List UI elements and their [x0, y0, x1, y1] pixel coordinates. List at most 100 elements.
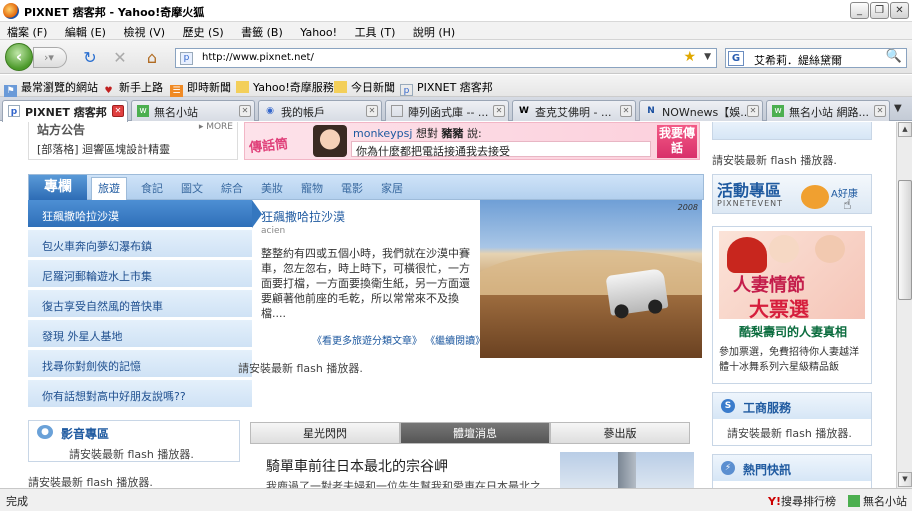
home-icon[interactable]: ⌂ [142, 48, 162, 68]
yahoo-search-rank[interactable]: Y!搜尋排行榜 [768, 493, 836, 509]
category-tab-home[interactable]: 家居 [381, 180, 403, 196]
right-top-box [712, 122, 872, 140]
menu-bookmarks[interactable]: 書籤 (B) [234, 22, 290, 42]
event-zone-banner[interactable]: 活動專區 PIXNETEVENT A好康 ☝ [712, 174, 872, 214]
menu-edit[interactable]: 編輯 (E) [58, 22, 113, 42]
url-field[interactable]: p http://www.pixnet.net/ ★ ▼ [175, 48, 717, 68]
close-tab-icon[interactable]: ✕ [366, 105, 378, 117]
menu-yahoo[interactable]: Yahoo! [293, 24, 344, 41]
bookmark-latest-news[interactable]: ☰ 即時新聞 [170, 79, 231, 97]
tab-my-account[interactable]: ◉ 我的帳戶 ✕ [258, 100, 382, 121]
menu-bar: 檔案 (F) 編輯 (E) 檢視 (V) 歷史 (S) 書籤 (B) Yahoo… [0, 22, 912, 40]
reload-icon[interactable]: ↻ [80, 48, 100, 68]
close-tab-icon[interactable]: ✕ [112, 105, 124, 117]
navigation-toolbar: ‹ ›▾ ↻ ✕ ⌂ p http://www.pixnet.net/ ★ ▼ … [0, 40, 912, 74]
search-field[interactable]: G 艾希莉．緹絲黛爾 🔍 [725, 48, 907, 68]
continue-reading-link[interactable]: 《繼續閱讀》 [425, 336, 485, 347]
message-user-link[interactable]: monkeypsj [353, 127, 412, 140]
more-travel-link[interactable]: 《看更多旅遊分類文章》 [312, 336, 422, 347]
tab-nownews[interactable]: N NOWnews【娛... ✕ [639, 100, 763, 121]
category-tab-general[interactable]: 綜合 [221, 180, 243, 196]
article-author[interactable]: acien [261, 226, 285, 236]
scroll-down-arrow[interactable]: ▼ [898, 472, 912, 487]
category-tab-food[interactable]: 食記 [141, 180, 163, 196]
close-tab-icon[interactable]: ✕ [493, 105, 505, 117]
tab-list-icon[interactable]: ▼ [894, 103, 902, 114]
lightning-icon: ⚡ [721, 461, 735, 475]
user-avatar[interactable] [313, 125, 347, 157]
pixnet-favicon: p [8, 105, 20, 117]
hand-cursor-icon: ☝ [843, 197, 852, 213]
page-favicon [391, 105, 403, 117]
side-item-retro-train[interactable]: 復古享受自然風的普快車 [28, 290, 252, 318]
tab-wikipedia[interactable]: W 查克艾佛明 - ... ✕ [512, 100, 636, 121]
send-message-button[interactable]: 我要傳話 [657, 125, 697, 158]
back-button[interactable]: ‹ [5, 43, 33, 71]
news-tab-publishing[interactable]: 蔘出版 [550, 422, 690, 444]
article-title[interactable]: 狂飆撒哈拉沙漠 [261, 208, 345, 225]
announcement-more-link[interactable]: ▸ MORE [199, 122, 233, 132]
article-photo-desert[interactable]: 2008 [480, 200, 702, 358]
wretch-favicon: w [772, 105, 784, 117]
event-zone-subtitle: PIXNETEVENT [717, 199, 784, 208]
menu-help[interactable]: 說明 (H) [406, 22, 462, 42]
bookmark-star-icon[interactable]: ★ [683, 49, 696, 65]
tab-pixnet[interactable]: p PIXNET 痞客邦 ✕ [2, 100, 128, 122]
news-tab-sports[interactable]: 體壇消息 [400, 422, 550, 444]
category-tab-graphic[interactable]: 圖文 [181, 180, 203, 196]
side-item-swordsman[interactable]: 找尋你對劍俠的記憶 [28, 350, 252, 378]
wretch-status[interactable]: 無名小站 [848, 493, 907, 509]
news-tabs: 星光閃閃 體壇消息 蔘出版 [250, 422, 690, 444]
category-tab-travel[interactable]: 旅遊 [91, 177, 127, 200]
announcement-link[interactable]: [部落格] 迴響區塊設計精靈 [37, 141, 170, 157]
hot-news-box: ⚡ 熱門快訊 [712, 454, 872, 488]
menu-view[interactable]: 檢視 (V) [116, 22, 172, 42]
bookmark-most-visited[interactable]: ⚑ 最常瀏覽的網站 [4, 79, 98, 97]
forward-button[interactable]: ›▾ [33, 47, 67, 68]
vertical-scrollbar[interactable]: ▲ ▼ [896, 122, 912, 488]
category-tab-movies[interactable]: 電影 [341, 180, 363, 196]
news-headline[interactable]: 騎單車前往日本最北的宗谷岬 [266, 456, 448, 476]
restore-button[interactable]: ❐ [870, 2, 889, 19]
side-item-high-school[interactable]: 你有話想對高中好朋友說嗎?? [28, 380, 252, 408]
message-banner-label: 傳話筒 [248, 136, 289, 156]
scroll-thumb[interactable] [898, 180, 912, 300]
side-item-sahara[interactable]: 狂飆撒哈拉沙漠 [28, 200, 252, 228]
menu-history[interactable]: 歷史 (S) [176, 22, 231, 42]
category-tab-beauty[interactable]: 美妝 [261, 180, 283, 196]
title-bar: PIXNET 痞客邦 - Yahoo!奇摩火狐 _ ❐ ✕ [0, 0, 912, 22]
tab-wretch[interactable]: w 無名小站 ✕ [131, 100, 255, 121]
nownews-favicon: N [647, 106, 655, 116]
search-icon[interactable]: 🔍 [886, 49, 902, 64]
side-item-nile-cruise[interactable]: 尼羅河郵輪遊水上市集 [28, 260, 252, 288]
minimize-button[interactable]: _ [850, 2, 869, 19]
status-bar: 完成 Y!搜尋排行榜 無名小站 [0, 488, 912, 511]
close-tab-icon[interactable]: ✕ [239, 105, 251, 117]
news-tab-stars[interactable]: 星光閃閃 [250, 422, 400, 444]
side-item-waterfall-train[interactable]: 包火車奔向夢幻瀑布鎮 [28, 230, 252, 258]
menu-tools[interactable]: 工具 (T) [348, 22, 403, 42]
close-window-button[interactable]: ✕ [890, 2, 909, 19]
stop-icon[interactable]: ✕ [110, 48, 130, 68]
message-header: monkeypsj 想對 豬豬 說: [353, 127, 482, 140]
bookmark-pixnet[interactable]: p PIXNET 痞客邦 [400, 79, 493, 96]
bookmark-yahoo-services[interactable]: Yahoo!奇摩服務 [236, 79, 334, 95]
tab-array-library[interactable]: 陣列函式庫 -- ... ✕ [385, 100, 509, 121]
bookmark-today-news[interactable]: 今日新聞 [334, 79, 395, 95]
news-photo[interactable] [560, 452, 694, 488]
promo-caption[interactable]: 酷梨壽司的人妻真相 [739, 323, 847, 340]
close-tab-icon[interactable]: ✕ [874, 105, 886, 117]
business-services-box: S 工商服務 請安裝最新 flash 播放器. [712, 392, 872, 446]
menu-file[interactable]: 檔案 (F) [0, 22, 54, 42]
close-tab-icon[interactable]: ✕ [747, 105, 759, 117]
announcement-box: 站方公告 ▸ MORE [部落格] 迴響區塊設計精靈 [28, 122, 238, 160]
close-tab-icon[interactable]: ✕ [620, 105, 632, 117]
scroll-up-arrow[interactable]: ▲ [898, 122, 912, 137]
promo-image[interactable]: 人妻情節 大票選 [719, 231, 865, 319]
category-tab-pets[interactable]: 寵物 [301, 180, 323, 196]
url-dropdown-icon[interactable]: ▼ [704, 52, 711, 62]
bookmark-getting-started[interactable]: ♥ 新手上路 [102, 79, 163, 97]
side-item-alien-base[interactable]: 發現 外星人基地 [28, 320, 252, 348]
tab-wretch-2[interactable]: w 無名小站 網路... ✕ [766, 100, 890, 121]
search-engine-icon[interactable]: G [728, 51, 744, 66]
